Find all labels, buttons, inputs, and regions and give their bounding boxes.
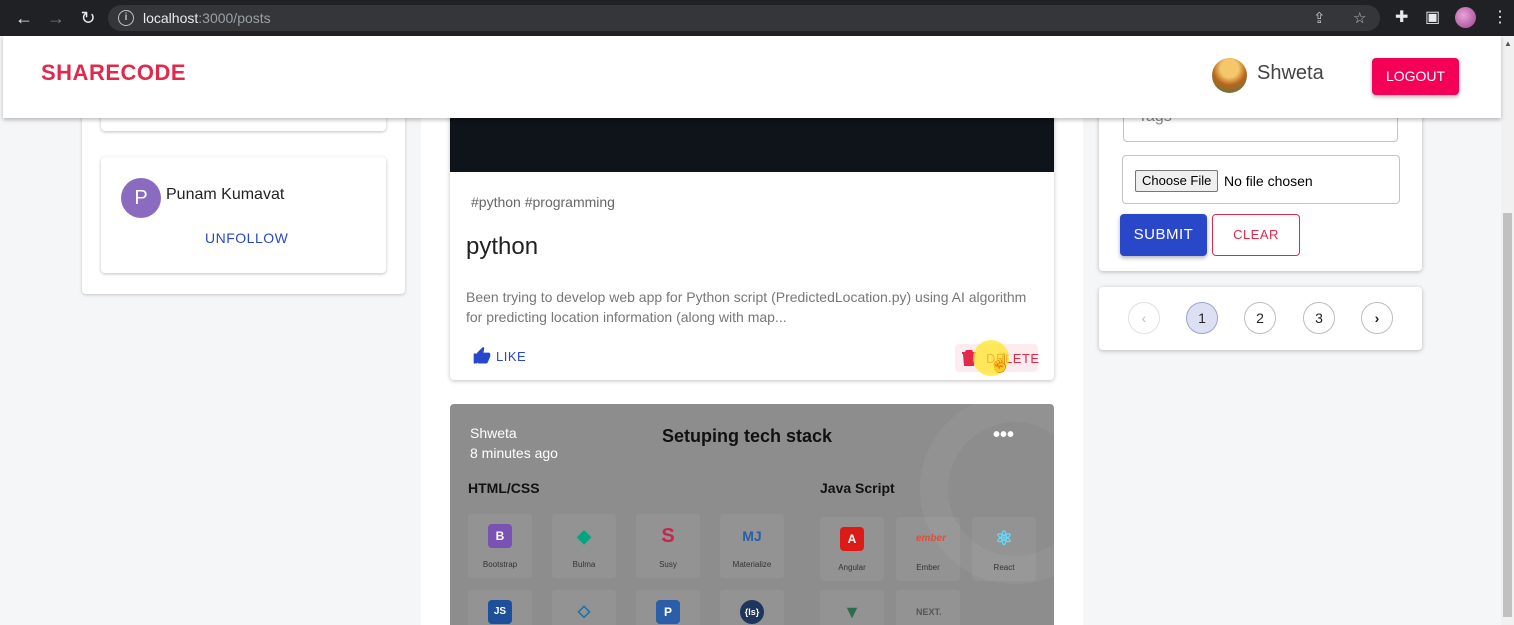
- user-name: Shweta: [1257, 62, 1324, 84]
- vue-icon: ▼: [843, 602, 861, 622]
- pagination: ‹ 1 2 3 ›: [1099, 287, 1422, 350]
- user-avatar[interactable]: [1212, 58, 1247, 93]
- back-icon[interactable]: ←: [13, 7, 35, 29]
- page-button[interactable]: 1: [1186, 302, 1218, 334]
- file-upload-field: Choose File No file chosen: [1122, 155, 1400, 204]
- file-status: No file chosen: [1224, 173, 1313, 189]
- stack-tile-label: Bootstrap: [482, 560, 518, 569]
- following-name: Punam Kumavat: [166, 186, 285, 203]
- forward-icon[interactable]: →: [45, 7, 67, 29]
- unfollow-button[interactable]: UNFOLLOW: [205, 230, 288, 246]
- next-icon: NEXT.: [916, 607, 942, 617]
- thumbs-up-icon: [473, 346, 491, 364]
- reload-icon[interactable]: ↻: [77, 7, 99, 29]
- more-options-icon[interactable]: •••: [993, 424, 1014, 447]
- stack-tile-label: React: [993, 563, 1015, 572]
- stack-tile: {ls}: [720, 590, 784, 625]
- bookmark-star-icon[interactable]: ☆: [1353, 9, 1366, 27]
- logo[interactable]: SHARECODE: [41, 60, 186, 86]
- post-tags: #python #programming: [471, 194, 615, 210]
- stack-tile: A Angular: [820, 517, 884, 581]
- scrollbar-thumb[interactable]: [1503, 213, 1512, 617]
- stack-tile-label: Angular: [838, 563, 866, 572]
- browser-profile-avatar[interactable]: [1455, 7, 1476, 28]
- stack-section-heading: Java Script: [820, 480, 895, 496]
- susy-icon: S: [661, 525, 675, 547]
- post-body: Been trying to develop web app for Pytho…: [466, 289, 1027, 325]
- post-title: python: [466, 233, 539, 260]
- address-bar[interactable]: i localhost:3000/posts ⇪ ☆: [108, 5, 1380, 31]
- like-button[interactable]: LIKE: [472, 346, 526, 366]
- create-post-form: Tags Choose File No file chosen SUBMIT C…: [1099, 100, 1422, 271]
- share-icon[interactable]: ⇪: [1313, 9, 1326, 27]
- stack-tile: ember Ember: [896, 517, 960, 581]
- previous-page-button[interactable]: ‹: [1128, 302, 1160, 334]
- post-card: Shweta 8 minutes ago Setuping tech stack…: [450, 404, 1054, 625]
- stack-tile: NEXT.: [896, 590, 960, 625]
- logout-button[interactable]: LOGOUT: [1372, 58, 1459, 95]
- stack-icon: ◇: [577, 603, 591, 620]
- extensions-icon[interactable]: ✚: [1395, 7, 1408, 27]
- materialize-icon: MJ: [742, 528, 762, 544]
- site-info-icon[interactable]: i: [118, 10, 134, 26]
- post-time: 8 minutes ago: [470, 445, 558, 461]
- stack-tile-label: Susy: [659, 560, 677, 569]
- ember-icon: ember: [916, 533, 947, 544]
- stack-tile: S Susy: [636, 514, 700, 578]
- address-url: localhost:3000/posts: [143, 10, 271, 26]
- post-author: Shweta: [470, 425, 517, 441]
- post-card: #python #programming python Been trying …: [450, 100, 1054, 380]
- bulma-icon: ◆: [577, 526, 591, 546]
- stack-section-heading: HTML/CSS: [468, 480, 540, 496]
- clear-button[interactable]: CLEAR: [1212, 214, 1300, 256]
- like-label: LIKE: [496, 348, 527, 364]
- stack-tile: MJ Materialize: [720, 514, 784, 578]
- submit-button[interactable]: SUBMIT: [1120, 214, 1207, 256]
- pointer-cursor-icon: ☝: [989, 353, 1012, 373]
- stack-tile: B Bootstrap: [468, 514, 532, 578]
- app-header: SHARECODE Shweta LOGOUT: [3, 36, 1501, 118]
- stack-tile: ⚛ React: [972, 517, 1036, 581]
- scroll-up-arrow-icon[interactable]: ▲: [1504, 39, 1512, 48]
- stack-tile: JS: [468, 590, 532, 625]
- page-button[interactable]: 2: [1244, 302, 1276, 334]
- stack-tile-label: Ember: [916, 563, 940, 572]
- browser-toolbar: ← → ↻ i localhost:3000/posts ⇪ ☆ ✚ ▣ ⋮: [0, 0, 1514, 36]
- choose-file-button[interactable]: Choose File: [1135, 170, 1219, 192]
- following-card: P Punam Kumavat UNFOLLOW: [101, 157, 386, 273]
- stack-tile: ▼: [820, 590, 884, 625]
- less-icon: {ls}: [740, 600, 764, 624]
- stack-tile-label: Materialize: [732, 560, 772, 569]
- post-title: Setuping tech stack: [662, 426, 833, 446]
- stack-tile-label: Bulma: [572, 560, 596, 569]
- stack-tile: ◆ Bulma: [552, 514, 616, 578]
- stack-tile: P: [636, 590, 700, 625]
- browser-menu-icon[interactable]: ⋮: [1492, 7, 1508, 27]
- stack-tile: ◇: [552, 590, 616, 625]
- stack-icon: P: [656, 600, 680, 624]
- side-panel-icon[interactable]: ▣: [1425, 7, 1440, 27]
- bootstrap-icon: B: [488, 524, 512, 548]
- next-page-button[interactable]: ›: [1361, 302, 1393, 334]
- angular-icon: A: [840, 527, 864, 551]
- react-icon: ⚛: [995, 528, 1013, 550]
- page-button[interactable]: 3: [1303, 302, 1335, 334]
- js-icon: JS: [488, 600, 512, 624]
- avatar: P: [121, 178, 161, 218]
